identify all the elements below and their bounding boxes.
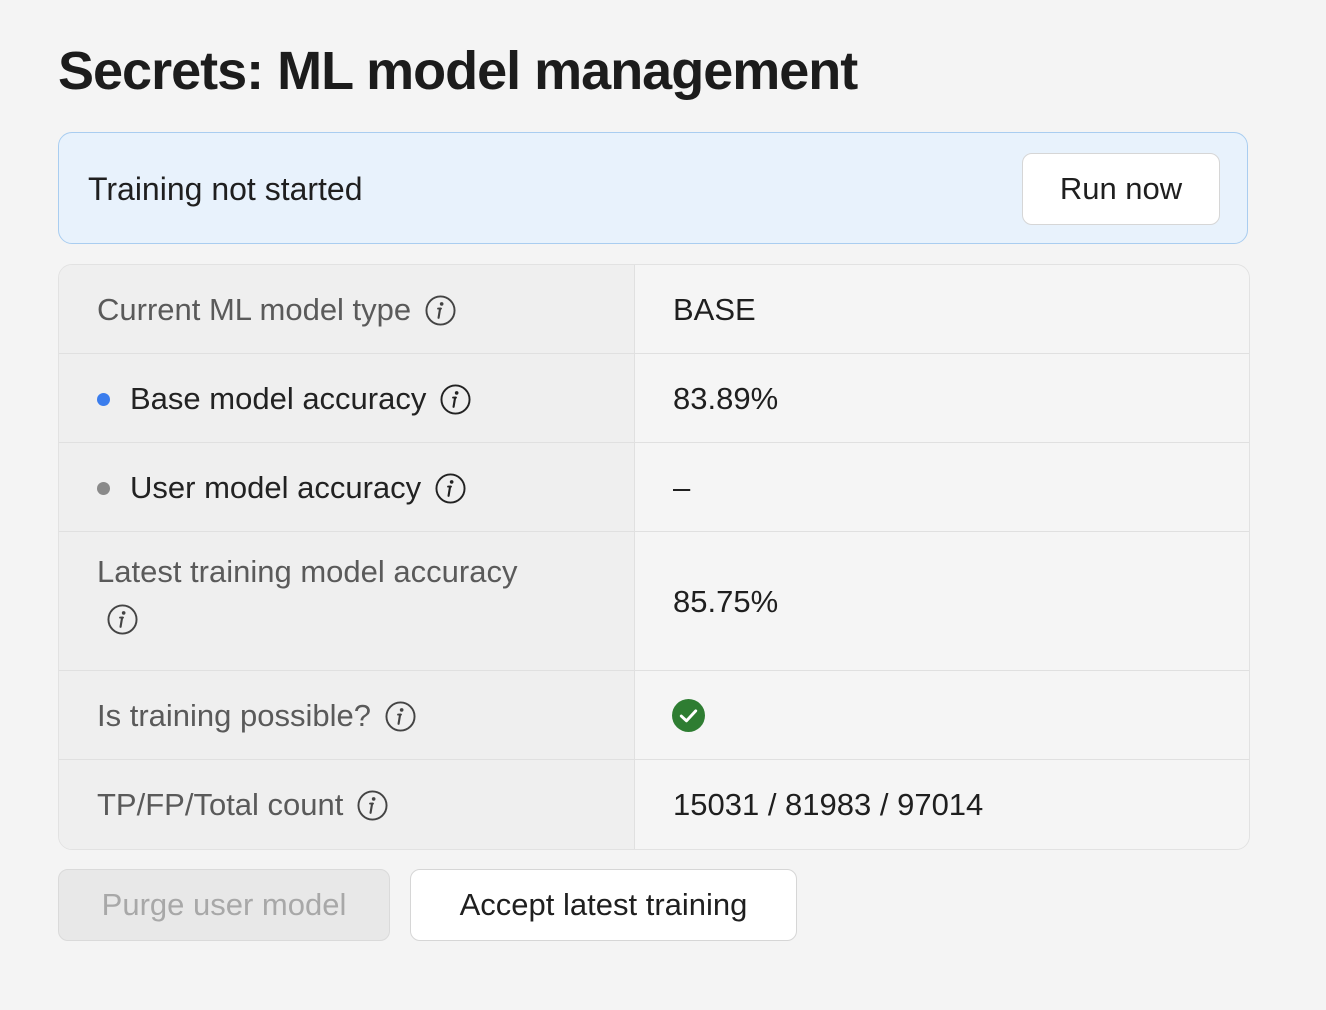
row-value: 15031 / 81983 / 97014: [673, 787, 984, 822]
table-row-model-type: Current ML model type BASE: [59, 265, 1249, 354]
table-value-cell: 15031 / 81983 / 97014: [635, 760, 1249, 849]
info-icon[interactable]: [385, 700, 416, 732]
check-circle-icon: [672, 699, 705, 732]
base-series-dot: [97, 392, 110, 406]
row-label: Current ML model type: [97, 292, 412, 327]
training-status-banner: Training not started Run now: [58, 132, 1248, 244]
ml-model-management-page: Secrets: ML model management Training no…: [0, 0, 1326, 1010]
row-label: TP/FP/Total count: [97, 787, 344, 822]
table-row-counts: TP/FP/Total count 15031 / 81983 / 97014: [59, 760, 1249, 849]
table-label-cell: Is training possible?: [59, 671, 635, 759]
info-icon[interactable]: [425, 294, 456, 326]
table-row-user-accuracy: User model accuracy –: [59, 443, 1249, 532]
table-row-training-possible: Is training possible?: [59, 671, 1249, 760]
table-row-base-accuracy: Base model accuracy 83.89%: [59, 354, 1249, 443]
row-value: 85.75%: [673, 584, 779, 619]
model-details-table: Current ML model type BASE Base model ac…: [58, 264, 1250, 850]
info-icon[interactable]: [440, 383, 471, 415]
table-label-cell: Current ML model type: [59, 265, 635, 353]
row-label: Base model accuracy: [130, 381, 427, 416]
table-value-cell: [635, 671, 1249, 759]
info-icon[interactable]: [357, 789, 388, 821]
accept-latest-training-button[interactable]: Accept latest training: [410, 869, 797, 941]
table-value-cell: 85.75%: [635, 532, 1249, 670]
training-status-text: Training not started: [88, 171, 363, 207]
table-value-cell: –: [635, 443, 1249, 531]
table-row-latest-accuracy: Latest training model accuracy 85.75%: [59, 532, 1249, 671]
row-label: Is training possible?: [97, 698, 371, 733]
run-now-button[interactable]: Run now: [1022, 153, 1220, 225]
table-label-cell: Base model accuracy: [59, 354, 635, 442]
purge-user-model-button[interactable]: Purge user model: [58, 869, 390, 941]
table-value-cell: 83.89%: [635, 354, 1249, 442]
user-series-dot: [97, 481, 110, 495]
table-label-cell: Latest training model accuracy: [59, 532, 635, 670]
row-value: –: [673, 470, 691, 505]
row-label: Latest training model accuracy: [97, 554, 518, 589]
row-value: 83.89%: [673, 381, 779, 416]
row-value: BASE: [673, 292, 756, 327]
info-icon[interactable]: [107, 604, 138, 635]
page-title: Secrets: ML model management: [58, 41, 858, 101]
row-label: User model accuracy: [130, 470, 422, 505]
table-label-cell: TP/FP/Total count: [59, 760, 635, 849]
table-label-cell: User model accuracy: [59, 443, 635, 531]
table-value-cell: BASE: [635, 265, 1249, 353]
info-icon[interactable]: [435, 472, 466, 504]
